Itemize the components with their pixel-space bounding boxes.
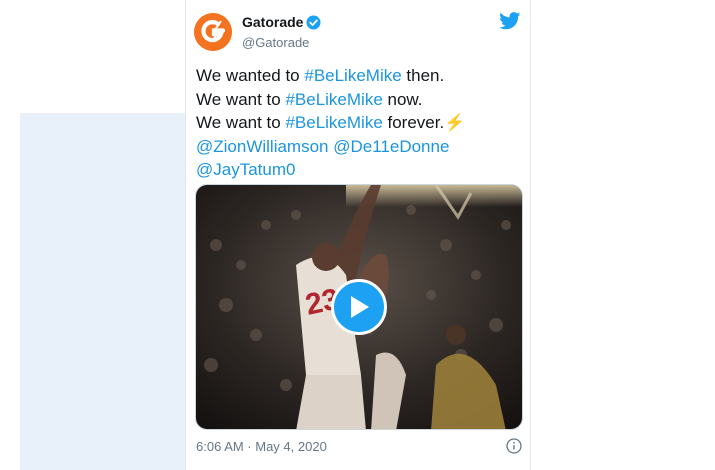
tweet-line-1: We wanted to #BeLikeMike then.	[196, 64, 526, 88]
hashtag-belikemike[interactable]: #BeLikeMike	[285, 90, 382, 109]
tweet-line-1-end: then.	[401, 66, 445, 85]
tweet-line-2-text: We want to	[196, 89, 286, 109]
tweet-line-2: We want to #BeLikeMike now.	[196, 88, 526, 112]
play-button[interactable]	[331, 279, 387, 335]
tweet-text: We wanted to #BeLikeMike then. We want t…	[196, 64, 526, 182]
twitter-bird-icon[interactable]	[499, 12, 521, 30]
mentions-line-1[interactable]: @ZionWilliamson @De11eDonne	[196, 135, 526, 159]
tweet-line-2-end: now.	[382, 89, 423, 109]
author-name-row[interactable]: Gatorade	[242, 14, 321, 30]
mentions-line-2[interactable]: @JayTatum0	[196, 158, 526, 182]
verified-badge-icon	[306, 15, 321, 30]
author-handle[interactable]: @Gatorade	[242, 35, 309, 50]
embedded-tweet-card: Gatorade @Gatorade We wanted to #BeLikeM…	[185, 0, 531, 470]
hashtag-belikemike[interactable]: #BeLikeMike	[285, 113, 382, 132]
tweet-timestamp[interactable]: 6:06 AM · May 4, 2020	[196, 439, 327, 454]
tweet-line-3: We want to #BeLikeMike forever.⚡	[196, 111, 526, 135]
info-icon[interactable]	[506, 438, 522, 454]
tweet-line-3-end: forever.⚡	[382, 113, 466, 132]
tweet-line-3-text: We want to	[196, 113, 286, 132]
play-icon	[351, 296, 369, 318]
tweet-footer: 6:06 AM · May 4, 2020	[196, 438, 522, 454]
video-thumbnail[interactable]: 23	[195, 184, 523, 430]
gatorade-logo-icon[interactable]	[194, 13, 232, 51]
tweet-line-1-text: We wanted to	[196, 66, 305, 85]
hashtag-belikemike[interactable]: #BeLikeMike	[304, 66, 401, 85]
author-display-name[interactable]: Gatorade	[242, 14, 303, 30]
